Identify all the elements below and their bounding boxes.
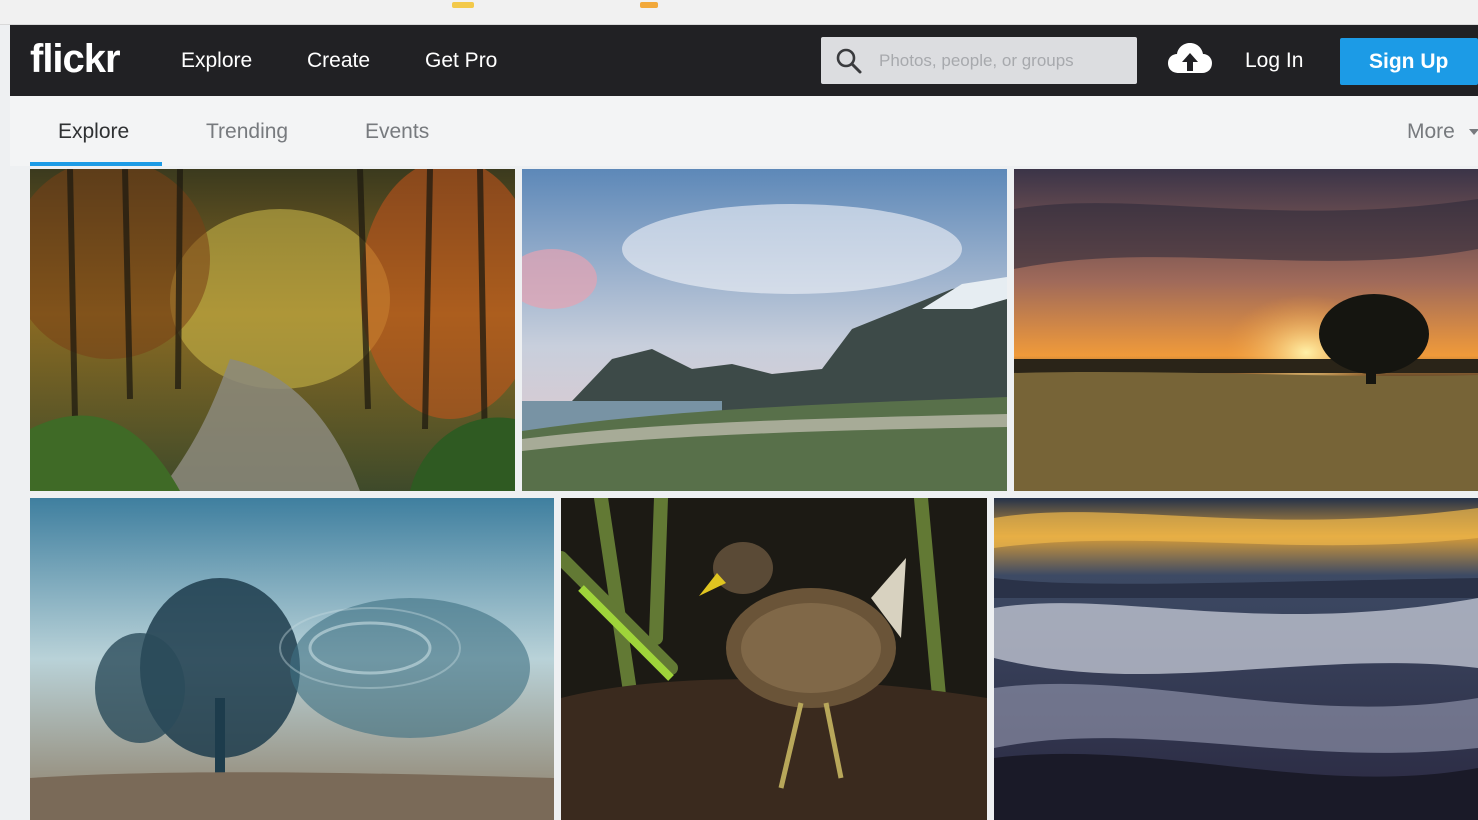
signup-button[interactable]: Sign Up bbox=[1340, 38, 1478, 85]
search-input[interactable] bbox=[877, 46, 1126, 76]
chevron-down-icon[interactable] bbox=[1469, 129, 1478, 135]
photo-sea-waves-at-sunset bbox=[994, 498, 1478, 820]
explore-subnav: Explore Trending Events More bbox=[10, 96, 1478, 166]
tab-trending[interactable]: Trending bbox=[206, 120, 288, 144]
active-tab-indicator bbox=[30, 162, 162, 166]
search-icon[interactable] bbox=[835, 47, 863, 75]
photo-tile-bird-in-reeds[interactable] bbox=[561, 498, 987, 820]
search-box bbox=[821, 37, 1137, 84]
photo-bird-in-reeds bbox=[561, 498, 987, 820]
tab-explore[interactable]: Explore bbox=[58, 120, 129, 144]
photo-tile-sea-waves-at-sunset[interactable] bbox=[994, 498, 1478, 820]
photo-blurred-trees-reflection bbox=[30, 498, 554, 820]
screen: flickr Explore Create Get Pro Log In Sig… bbox=[0, 0, 1478, 820]
browser-bookmark-mark bbox=[452, 2, 474, 8]
browser-toolbar-strip bbox=[0, 0, 1478, 25]
flickr-logo[interactable]: flickr bbox=[30, 37, 121, 81]
upload-cloud-icon[interactable] bbox=[1167, 42, 1213, 76]
photo-tile-blurred-trees-reflection[interactable] bbox=[30, 498, 554, 820]
nav-create[interactable]: Create bbox=[307, 49, 370, 73]
top-navigation-bar: flickr Explore Create Get Pro Log In Sig… bbox=[10, 25, 1478, 96]
photo-beach-with-mountains bbox=[522, 169, 1007, 491]
photo-tile-beach-with-mountains[interactable] bbox=[522, 169, 1007, 491]
more-menu[interactable]: More bbox=[1407, 120, 1455, 144]
browser-bookmark-mark bbox=[640, 2, 658, 8]
photo-sunset-tree-field bbox=[1014, 169, 1478, 491]
nav-get-pro[interactable]: Get Pro bbox=[425, 49, 497, 73]
photo-tile-sunset-tree-field[interactable] bbox=[1014, 169, 1478, 491]
tab-events[interactable]: Events bbox=[365, 120, 429, 144]
photo-tile-autumn-forest-stream[interactable] bbox=[30, 169, 515, 491]
nav-explore[interactable]: Explore bbox=[181, 49, 252, 73]
login-link[interactable]: Log In bbox=[1245, 49, 1303, 73]
photo-autumn-forest-stream bbox=[30, 169, 515, 491]
